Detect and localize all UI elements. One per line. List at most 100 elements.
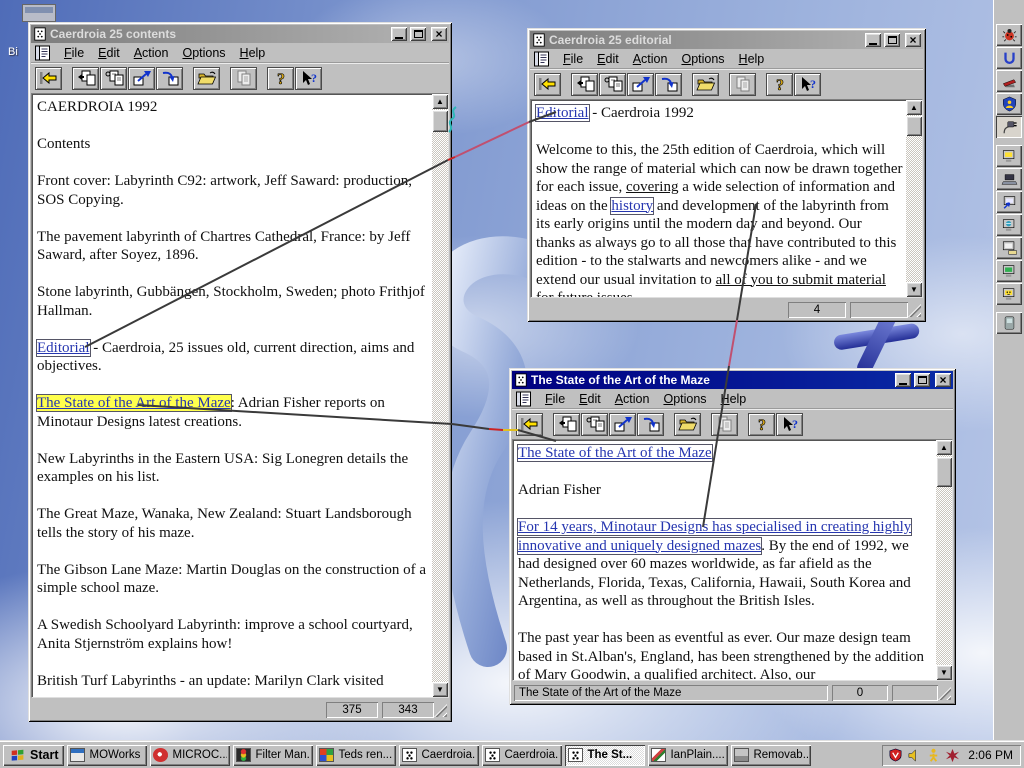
hyperlink[interactable]: Editorial (535, 104, 590, 122)
taskbar-button-caerdroia[interactable]: Caerdroia... (399, 744, 480, 766)
vertical-scrollbar[interactable]: ▲ ▼ (936, 440, 952, 680)
scrollbar-thumb[interactable] (432, 110, 448, 132)
titlebar[interactable]: Caerdroia 25 contents × (31, 25, 449, 43)
scrollbar-thumb[interactable] (936, 457, 952, 487)
minimize-button[interactable] (391, 27, 407, 41)
back-button[interactable] (516, 412, 543, 436)
taskbar-button-moworks[interactable]: MOWorks (67, 744, 148, 766)
scroll-down-button[interactable]: ▼ (906, 282, 922, 297)
shield-person-icon[interactable] (996, 93, 1022, 115)
vertical-scrollbar[interactable]: ▲ ▼ (906, 100, 922, 297)
scrollbar-track[interactable] (432, 109, 448, 682)
agent-icon[interactable] (926, 748, 941, 763)
scroll-down-button[interactable]: ▼ (936, 665, 952, 680)
taskbar-button-ianplain[interactable]: IanPlain.... (648, 744, 729, 766)
menu-options[interactable]: Options (175, 44, 232, 62)
spring-icon[interactable] (996, 47, 1022, 69)
context-help-button[interactable] (295, 66, 322, 90)
computer-face-icon[interactable] (996, 283, 1022, 305)
resize-grip[interactable] (434, 704, 447, 717)
maximize-button[interactable] (884, 33, 900, 47)
taskbar-button-removab[interactable]: Removab... (731, 744, 812, 766)
context-help-button[interactable] (794, 72, 821, 96)
menu-options[interactable]: Options (674, 50, 731, 68)
maximize-button[interactable] (410, 27, 426, 41)
close-button[interactable]: × (431, 27, 447, 41)
menu-help[interactable]: Help (732, 50, 772, 68)
close-button[interactable]: × (935, 373, 951, 387)
taskbar-button-the-st[interactable]: The St... (565, 744, 646, 766)
menu-file[interactable]: File (556, 50, 590, 68)
help-button[interactable] (267, 66, 294, 90)
menu-action[interactable]: Action (608, 390, 657, 408)
link-forward-button[interactable] (128, 66, 155, 90)
maximize-button[interactable] (914, 373, 930, 387)
plug-icon[interactable] (996, 116, 1022, 138)
menu-help[interactable]: Help (233, 44, 273, 62)
back-button[interactable] (35, 66, 62, 90)
menu-edit[interactable]: Edit (91, 44, 127, 62)
scrollbar-thumb[interactable] (906, 116, 922, 136)
taskbar-button-teds-ren[interactable]: Teds ren... (316, 744, 397, 766)
link-forward-button[interactable] (627, 72, 654, 96)
help-button[interactable] (766, 72, 793, 96)
taskbar-button-microc[interactable]: MICROC... (150, 744, 231, 766)
link-forward-button[interactable] (609, 412, 636, 436)
menu-file[interactable]: File (538, 390, 572, 408)
stapler-icon[interactable] (996, 70, 1022, 92)
scroll-up-button[interactable]: ▲ (432, 94, 448, 109)
laptop-icon[interactable] (996, 168, 1022, 190)
desktop-icon-label[interactable]: Bi (8, 46, 18, 58)
close-button[interactable]: × (905, 33, 921, 47)
copy-button[interactable] (230, 66, 257, 90)
taskbar-button-caerdroia[interactable]: Caerdroia... (482, 744, 563, 766)
pda-icon[interactable] (996, 312, 1022, 334)
titlebar[interactable]: The State of the Art of the Maze × (512, 371, 953, 389)
volume-icon[interactable] (907, 748, 922, 763)
menu-action[interactable]: Action (626, 50, 675, 68)
scrollbar-track[interactable] (936, 455, 952, 665)
computer-globe-icon[interactable] (996, 214, 1022, 236)
virus-scan-icon[interactable] (945, 748, 960, 763)
bug-icon[interactable] (996, 24, 1022, 46)
titlebar[interactable]: Caerdroia 25 editorial × (530, 31, 923, 49)
open-button[interactable] (193, 66, 220, 90)
computer-green-icon[interactable] (996, 260, 1022, 282)
start-button[interactable]: Start (3, 744, 65, 766)
context-help-button[interactable] (776, 412, 803, 436)
copy-page-button[interactable] (571, 72, 598, 96)
open-button[interactable] (674, 412, 701, 436)
scroll-down-button[interactable]: ▼ (432, 682, 448, 697)
link-return-button[interactable] (655, 72, 682, 96)
menu-edit[interactable]: Edit (572, 390, 608, 408)
hyperlink[interactable]: The State of the Art of the Maze (36, 394, 232, 412)
link-return-button[interactable] (637, 412, 664, 436)
minimize-button[interactable] (895, 373, 911, 387)
resize-grip[interactable] (908, 304, 921, 317)
taskbar-button-filter-man[interactable]: Filter Man... (233, 744, 314, 766)
menu-edit[interactable]: Edit (590, 50, 626, 68)
hyperlink[interactable]: history (610, 196, 655, 215)
hyperlink[interactable]: The State of the Art of the Maze (517, 444, 713, 462)
open-button[interactable] (692, 72, 719, 96)
menu-help[interactable]: Help (714, 390, 754, 408)
copy-button[interactable] (729, 72, 756, 96)
link-return-button[interactable] (156, 66, 183, 90)
computer-arrow-icon[interactable] (996, 191, 1022, 213)
paste-page-button[interactable] (581, 412, 608, 436)
resize-grip[interactable] (938, 687, 951, 700)
computer-card-icon[interactable] (996, 237, 1022, 259)
minimize-button[interactable] (865, 33, 881, 47)
computer-dollar-icon[interactable] (996, 145, 1022, 167)
scrollbar-track[interactable] (906, 115, 922, 282)
scroll-up-button[interactable]: ▲ (936, 440, 952, 455)
copy-page-button[interactable] (72, 66, 99, 90)
antivirus-shield-icon[interactable] (888, 748, 903, 763)
menu-options[interactable]: Options (656, 390, 713, 408)
copy-button[interactable] (711, 412, 738, 436)
scroll-up-button[interactable]: ▲ (906, 100, 922, 115)
back-button[interactable] (534, 72, 561, 96)
vertical-scrollbar[interactable]: ▲ ▼ (432, 94, 448, 697)
hyperlink[interactable]: Editorial (36, 338, 91, 357)
menu-file[interactable]: File (57, 44, 91, 62)
